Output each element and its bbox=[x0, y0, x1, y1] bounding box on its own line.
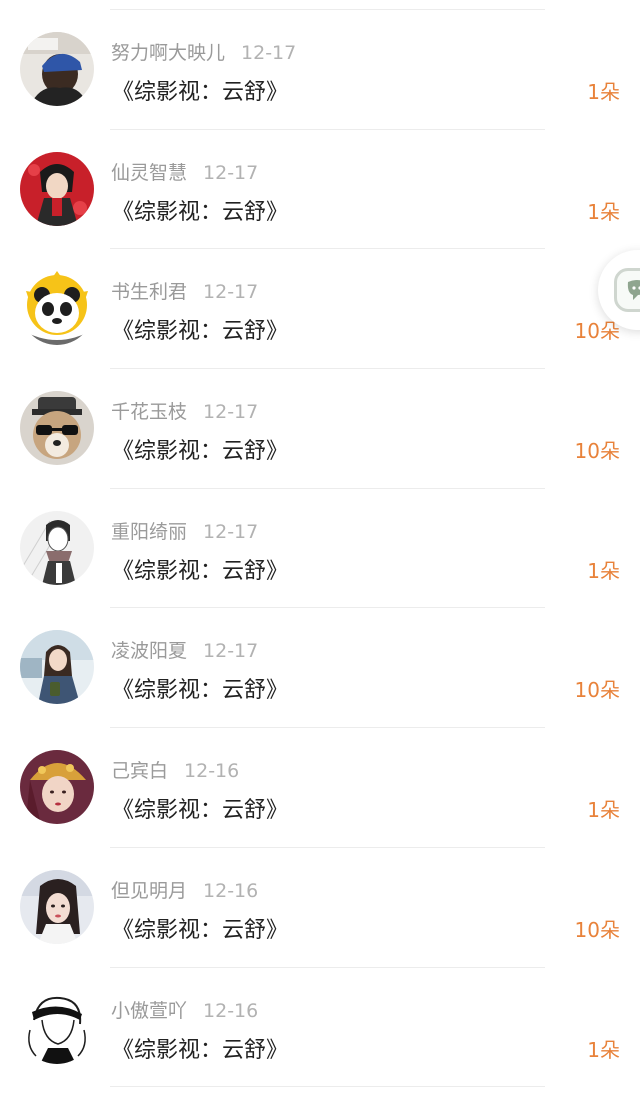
date: 12-17 bbox=[203, 161, 259, 184]
gift-list: 努力啊大映儿 12-17 《综影视：云舒》 1朵 仙灵智慧 12-17 《综影视… bbox=[0, 10, 640, 1088]
avatar[interactable] bbox=[20, 271, 94, 346]
avatar[interactable] bbox=[20, 510, 94, 585]
user-photo-blue-cap-icon bbox=[20, 32, 94, 106]
date: 12-17 bbox=[203, 640, 259, 663]
date: 12-16 bbox=[203, 879, 259, 902]
meta-line: 仙灵智慧 12-17 bbox=[111, 158, 258, 185]
row-divider bbox=[110, 1086, 545, 1088]
username[interactable]: 己宾白 bbox=[111, 760, 168, 782]
list-item[interactable]: 凌波阳夏 12-17 《综影视：云舒》 10朵 bbox=[0, 608, 640, 729]
meta-line: 努力啊大映儿 12-17 bbox=[111, 38, 296, 65]
avatar[interactable] bbox=[20, 989, 94, 1064]
username[interactable]: 千花玉枝 bbox=[111, 401, 187, 423]
avatar[interactable] bbox=[20, 391, 94, 466]
girl-with-phone-icon bbox=[20, 630, 94, 705]
meta-line: 书生利君 12-17 bbox=[111, 277, 258, 304]
book-title[interactable]: 《综影视：云舒》 bbox=[112, 1032, 288, 1064]
list-item[interactable]: 努力啊大映儿 12-17 《综影视：云舒》 1朵 bbox=[0, 10, 640, 130]
gift-amount: 10朵 bbox=[574, 678, 620, 703]
meta-line: 千花玉枝 12-17 bbox=[111, 397, 258, 424]
username[interactable]: 仙灵智慧 bbox=[111, 162, 187, 184]
book-title[interactable]: 《综影视：云舒》 bbox=[112, 313, 288, 345]
list-item[interactable]: 但见明月 12-16 《综影视：云舒》 10朵 bbox=[0, 848, 640, 968]
costume-lady-headdress-icon bbox=[20, 750, 94, 825]
meta-line: 小傲萱吖 12-16 bbox=[111, 996, 258, 1023]
book-title[interactable]: 《综影视：云舒》 bbox=[112, 553, 288, 585]
book-title[interactable]: 《综影视：云舒》 bbox=[112, 672, 288, 704]
gift-record-page: 努力啊大映儿 12-17 《综影视：云舒》 1朵 仙灵智慧 12-17 《综影视… bbox=[0, 0, 640, 1100]
avatar[interactable] bbox=[20, 32, 94, 106]
date: 12-17 bbox=[203, 520, 259, 543]
gift-amount: 1朵 bbox=[587, 558, 620, 583]
username[interactable]: 凌波阳夏 bbox=[111, 640, 187, 662]
username[interactable]: 重阳绮丽 bbox=[111, 521, 187, 543]
list-item[interactable]: 千花玉枝 12-17 《综影视：云舒》 10朵 bbox=[0, 369, 640, 489]
book-title[interactable]: 《综影视：云舒》 bbox=[112, 433, 288, 465]
avatar[interactable] bbox=[20, 630, 94, 705]
meta-line: 凌波阳夏 12-17 bbox=[111, 636, 258, 663]
panda-sun-cartoon-icon bbox=[20, 271, 94, 346]
meta-line: 但见明月 12-16 bbox=[111, 876, 258, 903]
username[interactable]: 小傲萱吖 bbox=[111, 1000, 187, 1022]
list-item[interactable]: 重阳绮丽 12-17 《综影视：云舒》 1朵 bbox=[0, 489, 640, 609]
book-title[interactable]: 《综影视：云舒》 bbox=[112, 792, 288, 824]
chat-glyph-icon bbox=[627, 280, 640, 300]
gift-amount: 1朵 bbox=[587, 1037, 620, 1062]
username[interactable]: 书生利君 bbox=[111, 281, 187, 303]
list-item[interactable]: 己宾白 12-16 《综影视：云舒》 1朵 bbox=[0, 728, 640, 848]
avatar[interactable] bbox=[20, 151, 94, 226]
sketch-boy-scarf-icon bbox=[20, 510, 94, 585]
anime-character-red-icon bbox=[20, 151, 94, 226]
meta-line: 重阳绮丽 12-17 bbox=[111, 517, 258, 544]
date: 12-16 bbox=[203, 999, 259, 1022]
username[interactable]: 努力啊大映儿 bbox=[111, 42, 225, 64]
dog-with-glasses-icon bbox=[20, 391, 94, 466]
book-title[interactable]: 《综影视：云舒》 bbox=[112, 194, 288, 226]
book-title[interactable]: 《综影视：云舒》 bbox=[112, 74, 288, 106]
avatar[interactable] bbox=[20, 869, 94, 944]
date: 12-17 bbox=[203, 401, 259, 424]
book-title[interactable]: 《综影视：云舒》 bbox=[112, 912, 288, 944]
list-item[interactable]: 仙灵智慧 12-17 《综影视：云舒》 1朵 bbox=[0, 130, 640, 250]
portrait-girl-dark-hair-icon bbox=[20, 869, 94, 944]
chat-bubble-icon bbox=[614, 268, 640, 312]
avatar[interactable] bbox=[20, 750, 94, 825]
date: 12-17 bbox=[241, 42, 297, 64]
username[interactable]: 但见明月 bbox=[111, 880, 187, 902]
list-item[interactable]: 书生利君 12-17 《综影视：云舒》 10朵 bbox=[0, 249, 640, 370]
date: 12-17 bbox=[203, 281, 259, 304]
gift-amount: 10朵 bbox=[574, 917, 620, 942]
gift-amount: 1朵 bbox=[587, 798, 620, 823]
date: 12-16 bbox=[184, 760, 240, 783]
meta-line: 己宾白 12-16 bbox=[111, 756, 239, 783]
list-item[interactable]: 小傲萱吖 12-16 《综影视：云舒》 1朵 bbox=[0, 968, 640, 1088]
gift-amount: 1朵 bbox=[587, 199, 620, 224]
line-art-girl-headband-icon bbox=[20, 989, 94, 1064]
gift-amount: 10朵 bbox=[574, 439, 620, 464]
gift-amount: 1朵 bbox=[587, 80, 620, 104]
